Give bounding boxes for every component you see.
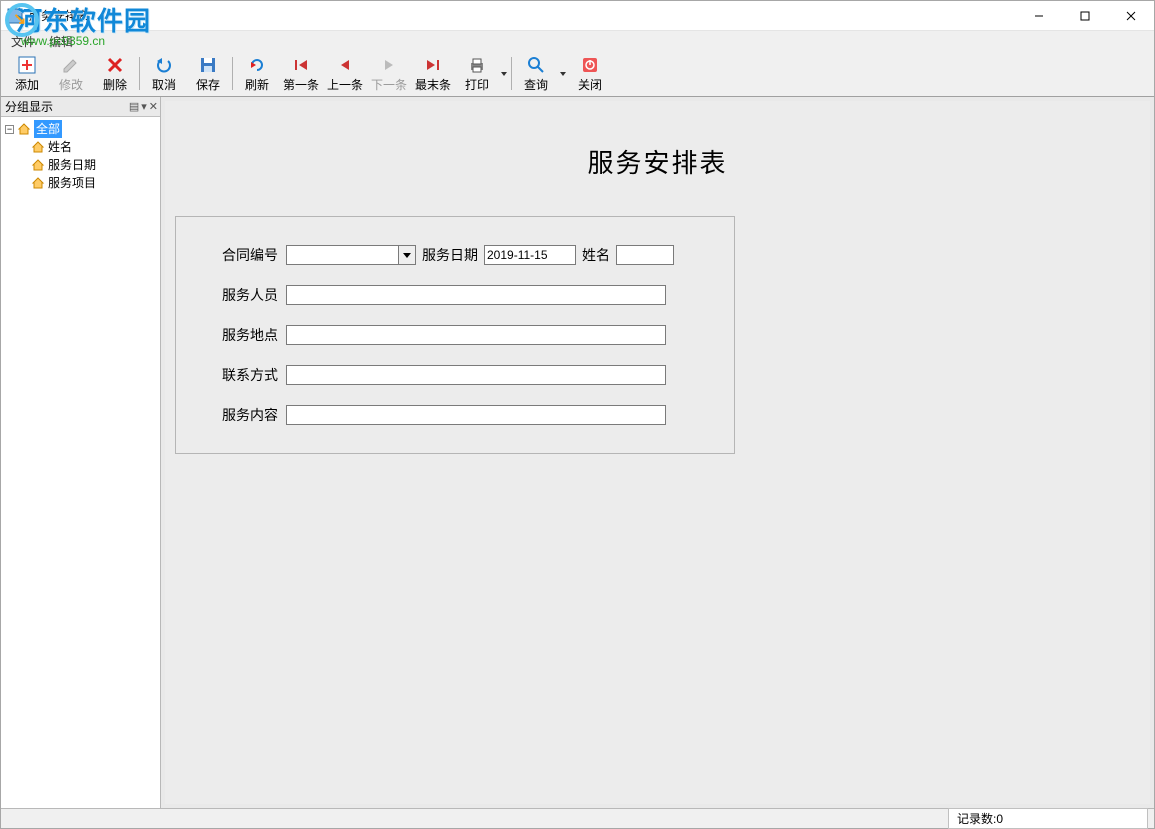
label-name: 姓名 bbox=[576, 245, 616, 265]
toolbar-separator bbox=[139, 57, 140, 90]
tree-node-all[interactable]: 全部 bbox=[34, 120, 62, 138]
content-input[interactable] bbox=[286, 405, 666, 425]
home-icon bbox=[31, 158, 45, 172]
modify-icon bbox=[61, 55, 81, 75]
app-window: ↘ 河东软件园 www.pc0359.cn 服务安排表 文件 编辑 添加 修改 bbox=[0, 0, 1155, 829]
chevron-down-icon[interactable]: ▾ bbox=[141, 100, 147, 113]
status-bar: 记录数:0 bbox=[1, 808, 1154, 828]
chevron-down-icon[interactable] bbox=[398, 246, 415, 264]
first-button[interactable]: 第一条 bbox=[279, 53, 323, 94]
menu-file[interactable]: 文件 bbox=[11, 33, 35, 50]
modify-button[interactable]: 修改 bbox=[49, 53, 93, 94]
title-bar: 服务安排表 bbox=[1, 1, 1154, 31]
side-panel-title: 分组显示 bbox=[5, 98, 53, 115]
home-icon bbox=[31, 140, 45, 154]
staff-input[interactable] bbox=[286, 285, 666, 305]
tree-node-service-date[interactable]: 服务日期 bbox=[48, 156, 96, 174]
close-button[interactable] bbox=[1108, 1, 1154, 30]
cancel-button[interactable]: 取消 bbox=[142, 53, 186, 94]
label-service-date: 服务日期 bbox=[416, 245, 484, 265]
name-input[interactable] bbox=[616, 245, 674, 265]
delete-button[interactable]: 删除 bbox=[93, 53, 137, 94]
add-button[interactable]: 添加 bbox=[5, 53, 49, 94]
record-count: 记录数:0 bbox=[948, 808, 1148, 829]
menu-edit[interactable]: 编辑 bbox=[49, 33, 73, 50]
delete-icon bbox=[105, 55, 125, 75]
first-icon bbox=[291, 55, 311, 75]
search-icon bbox=[526, 55, 546, 75]
tree-collapse-icon[interactable]: − bbox=[5, 125, 14, 134]
toolbar-separator bbox=[511, 57, 512, 90]
contract-no-combo[interactable] bbox=[286, 245, 416, 265]
save-icon bbox=[198, 55, 218, 75]
label-contract-no: 合同编号 bbox=[196, 245, 286, 265]
query-button[interactable]: 查询 bbox=[514, 53, 558, 94]
body-area: 分组显示 ▤ ▾ ✕ − 全部 姓名 bbox=[1, 97, 1154, 808]
side-close-icon[interactable]: ✕ bbox=[149, 100, 158, 113]
side-panel: 分组显示 ▤ ▾ ✕ − 全部 姓名 bbox=[1, 97, 161, 808]
side-options-icon[interactable]: ▤ bbox=[129, 100, 139, 113]
content-area: 服务安排表 合同编号 服务日期 姓名 服务人员 bbox=[161, 97, 1154, 808]
home-icon bbox=[17, 122, 31, 136]
save-button[interactable]: 保存 bbox=[186, 53, 230, 94]
form-box: 合同编号 服务日期 姓名 服务人员 bbox=[175, 216, 735, 454]
contact-input[interactable] bbox=[286, 365, 666, 385]
form-title: 服务安排表 bbox=[165, 143, 1150, 180]
query-dropdown[interactable] bbox=[558, 53, 568, 94]
print-button[interactable]: 打印 bbox=[455, 53, 499, 94]
print-dropdown[interactable] bbox=[499, 53, 509, 94]
label-location: 服务地点 bbox=[196, 325, 286, 345]
side-panel-header: 分组显示 ▤ ▾ ✕ bbox=[1, 97, 160, 117]
toolbar: 添加 修改 删除 取消 保存 刷新 第一条 上一条 bbox=[1, 51, 1154, 97]
window-controls bbox=[1016, 1, 1154, 30]
last-icon bbox=[423, 55, 443, 75]
label-staff: 服务人员 bbox=[196, 285, 286, 305]
power-icon bbox=[580, 55, 600, 75]
print-icon bbox=[467, 55, 487, 75]
undo-icon bbox=[154, 55, 174, 75]
window-title: 服务安排表 bbox=[29, 7, 89, 24]
maximize-button[interactable] bbox=[1062, 1, 1108, 30]
label-contact: 联系方式 bbox=[196, 365, 286, 385]
group-tree[interactable]: − 全部 姓名 服务日期 服务项目 bbox=[1, 117, 160, 808]
home-icon bbox=[31, 176, 45, 190]
service-date-input[interactable] bbox=[484, 245, 576, 265]
toolbar-separator bbox=[232, 57, 233, 90]
next-button[interactable]: 下一条 bbox=[367, 53, 411, 94]
label-content: 服务内容 bbox=[196, 405, 286, 425]
tree-node-service-item[interactable]: 服务项目 bbox=[48, 174, 96, 192]
refresh-button[interactable]: 刷新 bbox=[235, 53, 279, 94]
last-button[interactable]: 最末条 bbox=[411, 53, 455, 94]
next-icon bbox=[379, 55, 399, 75]
prev-icon bbox=[335, 55, 355, 75]
app-icon bbox=[7, 8, 23, 24]
menu-bar: 文件 编辑 bbox=[1, 31, 1154, 51]
add-icon bbox=[17, 55, 37, 75]
location-input[interactable] bbox=[286, 325, 666, 345]
refresh-icon bbox=[247, 55, 267, 75]
prev-button[interactable]: 上一条 bbox=[323, 53, 367, 94]
tree-node-name[interactable]: 姓名 bbox=[48, 138, 72, 156]
minimize-button[interactable] bbox=[1016, 1, 1062, 30]
close-tool-button[interactable]: 关闭 bbox=[568, 53, 612, 94]
